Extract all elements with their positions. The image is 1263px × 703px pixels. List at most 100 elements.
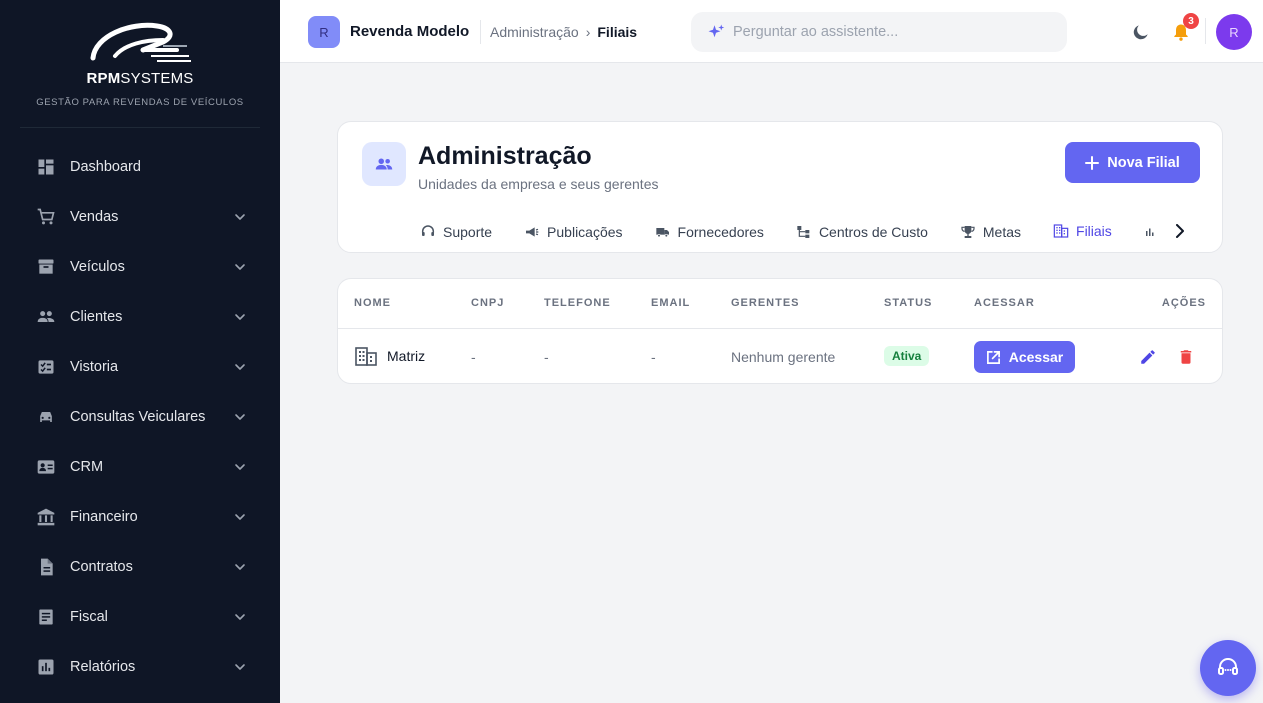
cart-icon <box>36 207 56 227</box>
sidebar-item-financeiro[interactable]: Financeiro <box>0 492 280 542</box>
column-header: AÇÕES <box>1161 297 1206 309</box>
truck-icon <box>655 228 669 238</box>
sidebar-item-veiculos[interactable]: Veículos <box>0 242 280 292</box>
delete-button[interactable] <box>1176 347 1196 367</box>
table-header: NOME CNPJ TELEFONE EMAIL GERENTES STATUS ACESS… <box>338 279 1222 329</box>
headset-icon <box>1218 658 1238 675</box>
column-header: GERENTES <box>731 297 800 309</box>
car-icon <box>36 407 56 427</box>
breadcrumb-separator: › <box>585 24 591 40</box>
access-button[interactable]: Acessar <box>974 341 1075 373</box>
sparkle-icon <box>708 24 725 38</box>
breadcrumb: Administração › Filiais <box>490 24 637 40</box>
topbar: R Revenda Modelo Administração › Filiais… <box>280 0 1263 63</box>
sidebar: RPMSYSTEMS GESTÃO PARA REVENDAS DE VEÍCU… <box>0 0 280 703</box>
sidebar-item-dashboard[interactable]: Dashboard <box>0 142 280 192</box>
cell-gerentes: Nenhum gerente <box>731 349 836 365</box>
user-avatar[interactable]: R <box>1216 14 1252 50</box>
access-label: Acessar <box>1008 349 1064 365</box>
people-icon <box>375 158 393 170</box>
tab-overflow-partial[interactable] <box>1128 210 1156 252</box>
new-branch-label: Nova Filial <box>1107 154 1180 171</box>
tab-centros-de-custo[interactable]: Centros de Custo <box>780 210 944 252</box>
sidebar-item-label: Contratos <box>70 559 133 575</box>
checklist-icon <box>36 357 56 377</box>
tabs-scroll-right[interactable] <box>1170 220 1190 242</box>
people-icon <box>36 307 56 327</box>
trophy-icon <box>961 226 975 238</box>
sidebar-item-label: CRM <box>70 459 104 475</box>
page-subtitle: Unidades da empresa e seus gerentes <box>418 176 659 192</box>
company-name[interactable]: Revenda Modelo <box>350 23 469 40</box>
tab-suporte[interactable]: Suporte <box>404 210 508 252</box>
external-link-icon <box>986 350 1000 364</box>
page-title: Administração <box>418 142 592 170</box>
divider <box>1205 18 1206 44</box>
sidebar-item-label: Vistoria <box>70 359 119 375</box>
cell-nome: Matriz <box>355 346 425 366</box>
chevron-down-icon <box>235 464 245 470</box>
megaphone-icon <box>526 227 539 237</box>
admin-tabs: Suporte Publicações Fornecedores Centros de… <box>404 210 1156 252</box>
sidebar-item-label: Financeiro <box>70 509 138 525</box>
building-icon <box>1053 224 1069 238</box>
support-chat-button[interactable] <box>1200 640 1256 696</box>
sidebar-item-relatorios[interactable]: Relatórios <box>0 642 280 692</box>
chevron-down-icon <box>235 214 245 220</box>
sidebar-item-label: Fiscal <box>70 609 108 625</box>
column-header: CNPJ <box>471 297 505 309</box>
plus-icon <box>1085 155 1100 170</box>
sidebar-item-contratos[interactable]: Contratos <box>0 542 280 592</box>
brand-tagline: GESTÃO PARA REVENDAS DE VEÍCULOS <box>36 97 244 108</box>
company-avatar[interactable]: R <box>308 16 340 48</box>
bank-icon <box>36 507 56 527</box>
sidebar-item-consultas-veiculares[interactable]: Consultas Veiculares <box>0 392 280 442</box>
branch-name: Matriz <box>387 348 426 364</box>
tab-publicacoes[interactable]: Publicações <box>508 210 639 252</box>
tab-label: Centros de Custo <box>818 224 928 240</box>
tab-label: Filiais <box>1076 223 1112 239</box>
chevron-right-icon <box>1176 224 1184 238</box>
sidebar-item-label: Consultas Veiculares <box>70 409 206 425</box>
notification-badge: 3 <box>1183 13 1199 29</box>
sidebar-item-clientes[interactable]: Clientes <box>0 292 280 342</box>
breadcrumb-parent[interactable]: Administração <box>490 24 579 40</box>
sidebar-item-label: Veículos <box>70 259 125 275</box>
chevron-down-icon <box>235 414 245 420</box>
hierarchy-icon <box>797 226 810 238</box>
edit-button[interactable] <box>1138 347 1158 367</box>
column-header: TELEFONE <box>544 297 611 309</box>
assistant-search[interactable] <box>691 12 1067 52</box>
tab-label: Suporte <box>443 224 493 240</box>
new-branch-button[interactable]: Nova Filial <box>1065 142 1200 183</box>
table-row: Matriz - - - Nenhum gerente Ativa Acessa… <box>338 329 1222 383</box>
trash-icon <box>1180 350 1192 364</box>
sidebar-item-crm[interactable]: CRM <box>0 442 280 492</box>
sidebar-item-fiscal[interactable]: Fiscal <box>0 592 280 642</box>
receipt-icon <box>36 607 56 627</box>
cell-cnpj: - <box>471 349 476 365</box>
tab-fornecedores[interactable]: Fornecedores <box>639 210 780 252</box>
chevron-down-icon <box>235 314 245 320</box>
assistant-input[interactable] <box>733 24 1053 40</box>
page-header-card: Administração Unidades da empresa e seus… <box>337 121 1223 253</box>
sidebar-item-label: Clientes <box>70 309 123 325</box>
archive-icon <box>36 257 56 277</box>
chevron-down-icon <box>235 614 245 620</box>
sidebar-item-vistoria[interactable]: Vistoria <box>0 342 280 392</box>
building-icon <box>355 347 377 366</box>
column-header: STATUS <box>884 297 933 309</box>
sidebar-nav: Dashboard Vendas Veículos Clientes Vistoria C… <box>0 128 280 692</box>
sidebar-item-label: Dashboard <box>70 159 141 175</box>
sidebar-item-vendas[interactable]: Vendas <box>0 192 280 242</box>
tab-label: Publicações <box>547 224 623 240</box>
chevron-down-icon <box>235 264 245 270</box>
brand[interactable]: RPMSYSTEMS GESTÃO PARA REVENDAS DE VEÍCU… <box>20 0 260 128</box>
tab-filiais[interactable]: Filiais <box>1037 210 1128 252</box>
document-icon <box>36 557 56 577</box>
breadcrumb-current: Filiais <box>597 24 638 40</box>
contact-card-icon <box>36 457 56 477</box>
moon-icon[interactable] <box>1131 22 1151 42</box>
chevron-down-icon <box>235 364 245 370</box>
tab-metas[interactable]: Metas <box>944 210 1037 252</box>
